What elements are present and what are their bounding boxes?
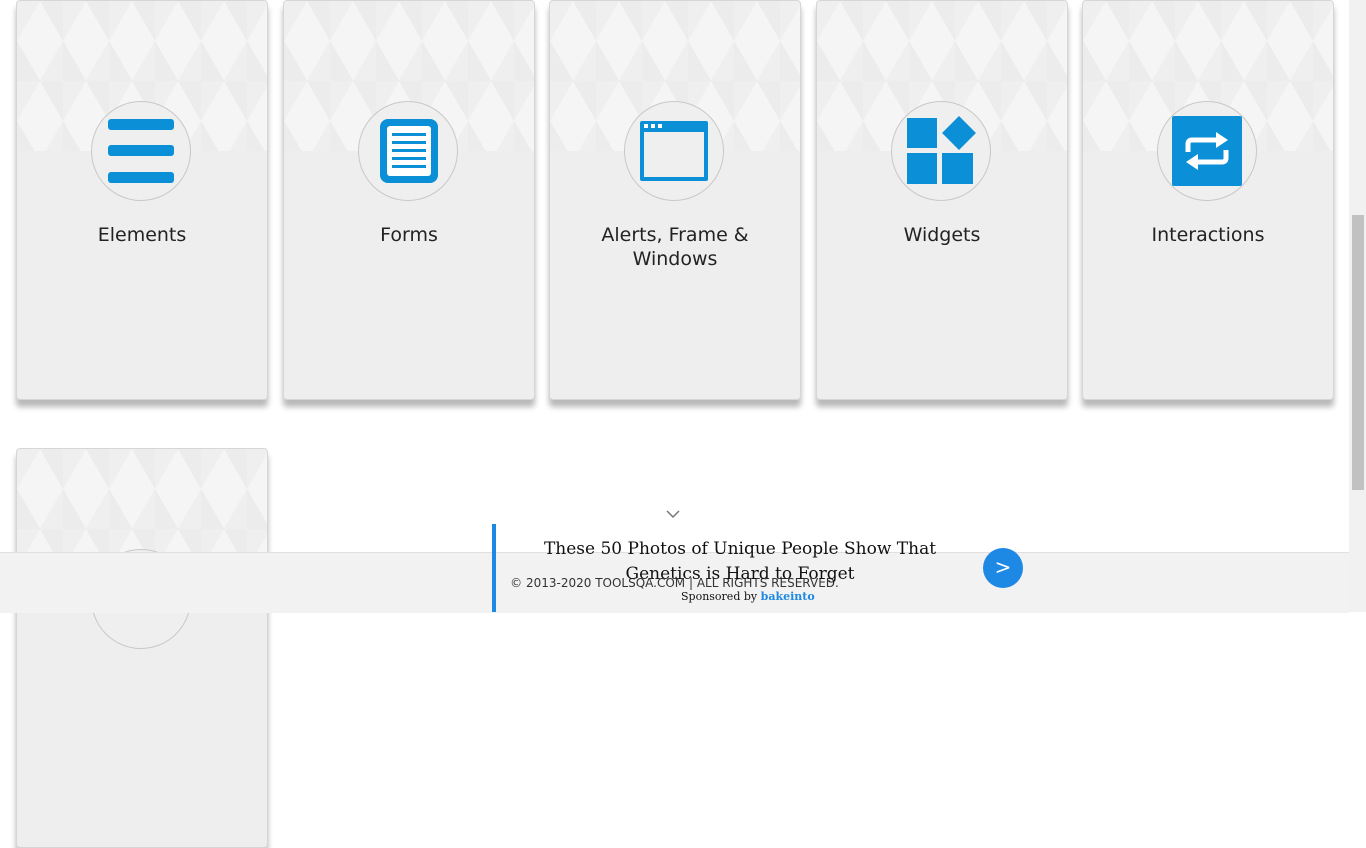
page-scrollbar[interactable] bbox=[1349, 0, 1366, 612]
card-title: Interactions bbox=[1151, 224, 1265, 246]
card-title: Elements bbox=[97, 224, 187, 246]
ad-accent-bar bbox=[492, 524, 496, 612]
ad-headline[interactable]: These 50 Photos of Unique People Show Th… bbox=[510, 537, 970, 587]
card-avatar bbox=[891, 101, 991, 201]
sponsor-link[interactable]: bakeinto bbox=[761, 590, 815, 603]
card-title: Forms bbox=[380, 224, 438, 246]
card-interactions[interactable]: Interactions bbox=[1082, 0, 1334, 400]
browser-window-icon bbox=[640, 121, 708, 181]
card-book-store[interactable] bbox=[16, 448, 268, 848]
scrollbar-thumb[interactable] bbox=[1352, 215, 1364, 490]
card-avatar bbox=[624, 101, 724, 201]
card-avatar bbox=[91, 101, 191, 201]
card-widgets[interactable]: Widgets bbox=[816, 0, 1068, 400]
ad-sponsor-line: Sponsored by bakeinto bbox=[681, 590, 815, 603]
sponsor-prefix: Sponsored by bbox=[681, 590, 758, 603]
card-title: Alerts, Frame & Windows bbox=[601, 224, 749, 270]
ad-next-button[interactable]: > bbox=[983, 548, 1023, 588]
hamburger-icon bbox=[108, 119, 174, 183]
card-avatar bbox=[358, 101, 458, 201]
card-avatar bbox=[1157, 101, 1257, 201]
chevron-down-icon[interactable] bbox=[665, 508, 681, 520]
card-elements[interactable]: Elements bbox=[16, 0, 268, 400]
widgets-icon bbox=[907, 116, 976, 184]
document-icon bbox=[380, 119, 438, 183]
interactions-icon bbox=[1172, 116, 1242, 186]
card-title: Widgets bbox=[903, 224, 981, 246]
card-alerts-frame-windows[interactable]: Alerts, Frame & Windows bbox=[549, 0, 801, 400]
card-forms[interactable]: Forms bbox=[283, 0, 535, 400]
